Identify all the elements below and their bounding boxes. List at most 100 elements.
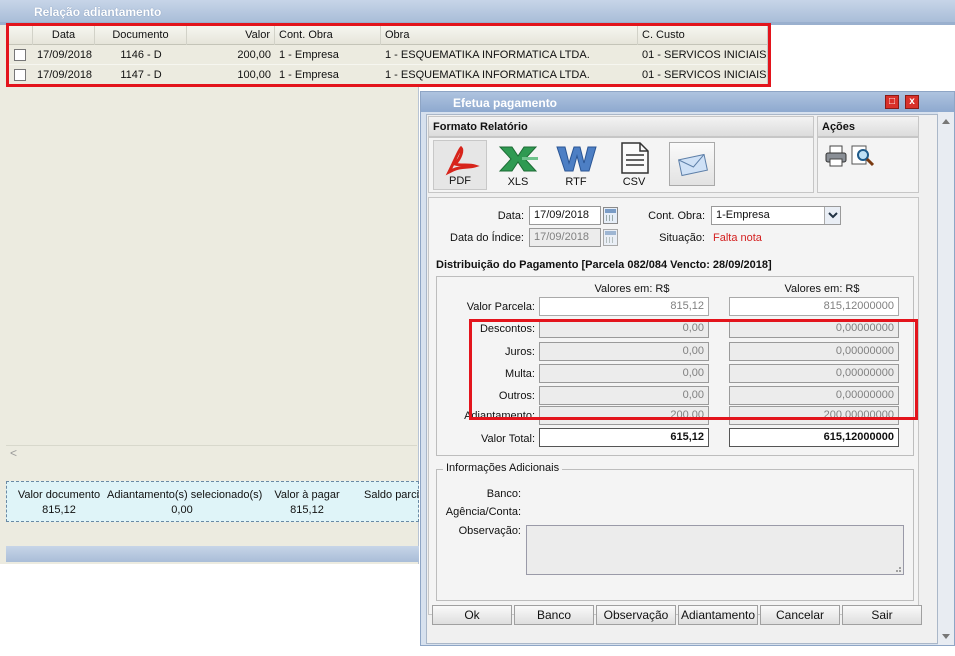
adiantamento-field-precise: 200,00000000 <box>729 406 899 425</box>
values-header-2: Valores em: R$ <box>784 283 860 295</box>
info-frame: Informações Adicionais Banco: Agência/Co… <box>436 462 914 601</box>
cancelar-button[interactable]: Cancelar <box>760 605 840 625</box>
cell-documento: 1146 - D <box>120 49 162 61</box>
email-button[interactable] <box>669 142 715 186</box>
data-indice-label: Data do Índice: <box>450 232 524 244</box>
situacao-value: Falta nota <box>713 232 762 244</box>
header-valor[interactable]: Valor <box>187 26 275 45</box>
cont-obra-label: Cont. Obra: <box>648 210 705 222</box>
table-row[interactable]: 17/09/2018 1146 - D 200,00 1 - Empresa 1… <box>9 45 767 65</box>
chevron-down-icon[interactable] <box>824 207 840 224</box>
values-header-1: Valores em: R$ <box>594 283 670 295</box>
xls-button[interactable]: XLS <box>491 140 545 190</box>
summary-adiantamentos: Adiantamento(s) selecionado(s) 0,00 <box>107 488 262 518</box>
csv-button[interactable]: CSV <box>607 140 661 190</box>
outros-field-precise[interactable]: 0,00000000 <box>729 386 899 405</box>
cell-obra: 1 - ESQUEMATIKA INFORMATICA LTDA. <box>385 49 590 61</box>
cont-obra-select[interactable]: 1-Empresa <box>711 206 841 225</box>
situacao-label: Situação: <box>659 232 705 244</box>
resize-grip-icon[interactable] <box>892 563 902 573</box>
values-frame: Valores em: R$ Valores em: R$ Valor Parc… <box>436 276 914 456</box>
juros-field-precise[interactable]: 0,00000000 <box>729 342 899 361</box>
ok-button[interactable]: Ok <box>432 605 512 625</box>
cell-cont-obra: 1 - Empresa <box>279 69 339 81</box>
table-row[interactable]: 17/09/2018 1147 - D 100,00 1 - Empresa 1… <box>9 65 767 85</box>
valor-total-field: 615,12 <box>539 428 709 447</box>
dialog-content: Formato Relatório PDF XLS RTF CSV Ações … <box>426 114 938 644</box>
data-field[interactable]: 17/09/2018 <box>529 206 601 225</box>
dialog-vertical-scrollbar[interactable] <box>938 112 954 645</box>
close-icon[interactable]: x <box>905 95 919 109</box>
dialog-title: Efetua pagamento <box>453 96 558 110</box>
observacao-button[interactable]: Observação <box>596 605 676 625</box>
cont-obra-value: 1-Empresa <box>716 209 770 221</box>
cell-c-custo: 01 - SERVICOS INICIAIS <box>642 49 767 61</box>
csv-label: CSV <box>622 176 646 188</box>
format-section-header: Formato Relatório <box>428 116 814 137</box>
row-checkbox[interactable] <box>14 49 26 61</box>
dialog-titlebar[interactable]: Efetua pagamento □ x <box>421 92 954 112</box>
summary-valor-pagar: Valor à pagar 815,12 <box>262 488 352 518</box>
advances-grid: Data Documento Valor Cont. Obra Obra C. … <box>8 25 768 85</box>
actions-section-header: Ações <box>817 116 919 137</box>
header-documento[interactable]: Documento <box>95 26 187 45</box>
row-checkbox[interactable] <box>14 69 26 81</box>
actions-section <box>817 137 919 193</box>
data-indice-field: 17/09/2018 <box>529 228 601 247</box>
pdf-button[interactable]: PDF <box>433 140 487 190</box>
multa-field[interactable]: 0,00 <box>539 364 709 383</box>
header-checkbox-col <box>9 26 33 45</box>
outros-label: Outros: <box>498 390 535 402</box>
observacao-label: Observação: <box>458 525 521 537</box>
valor-parcela-field-precise: 815,12000000 <box>729 297 899 316</box>
info-frame-title: Informações Adicionais <box>443 462 563 474</box>
maximize-icon[interactable]: □ <box>885 95 899 109</box>
descontos-label: Descontos: <box>479 323 535 335</box>
agencia-label: Agência/Conta: <box>445 506 521 518</box>
cell-c-custo: 01 - SERVICOS INICIAIS <box>642 69 767 81</box>
header-data[interactable]: Data <box>33 26 95 45</box>
rtf-icon <box>556 146 597 172</box>
multa-field-precise[interactable]: 0,00000000 <box>729 364 899 383</box>
scroll-arrows-icon[interactable] <box>938 112 954 645</box>
csv-icon <box>621 142 649 174</box>
header-cont-obra[interactable]: Cont. Obra <box>275 26 381 45</box>
valor-parcela-field: 815,12 <box>539 297 709 316</box>
pdf-label: PDF <box>449 175 471 187</box>
outros-field[interactable]: 0,00 <box>539 386 709 405</box>
observacao-textarea[interactable] <box>526 525 904 575</box>
distribution-title: Distribuição do Pagamento [Parcela 082/0… <box>436 259 772 271</box>
background-window-title: Relação adiantamento <box>34 5 162 19</box>
format-section: PDF XLS RTF CSV <box>428 137 814 193</box>
header-obra[interactable]: Obra <box>381 26 638 45</box>
scroll-left-arrow-icon[interactable]: < <box>10 446 17 460</box>
valor-total-field-precise: 615,12000000 <box>729 428 899 447</box>
cell-obra: 1 - ESQUEMATIKA INFORMATICA LTDA. <box>385 69 590 81</box>
summary-label: Saldo parci <box>364 489 420 501</box>
horizontal-scrollbar[interactable]: < <box>6 445 417 461</box>
printer-icon[interactable] <box>824 144 848 168</box>
summary-panel: Valor documento 815,12 Adiantamento(s) s… <box>6 481 419 522</box>
background-bottom-bar <box>6 546 419 562</box>
rtf-label: RTF <box>565 176 587 188</box>
xls-label: XLS <box>507 176 529 188</box>
descontos-field-precise[interactable]: 0,00000000 <box>729 319 899 338</box>
banco-button[interactable]: Banco <box>514 605 594 625</box>
summary-value: 815,12 <box>290 504 324 516</box>
data-label: Data: <box>497 210 524 222</box>
sair-button[interactable]: Sair <box>842 605 922 625</box>
descontos-field[interactable]: 0,00 <box>539 319 709 338</box>
cell-data: 17/09/2018 <box>37 69 93 81</box>
grid-header: Data Documento Valor Cont. Obra Obra C. … <box>9 26 767 45</box>
multa-label: Multa: <box>505 368 535 380</box>
rtf-button[interactable]: RTF <box>549 140 603 190</box>
summary-label: Valor documento <box>17 489 101 501</box>
cell-valor: 100,00 <box>237 69 271 81</box>
adiantamento-label: Adiantamento: <box>464 410 535 422</box>
juros-field[interactable]: 0,00 <box>539 342 709 361</box>
print-preview-icon[interactable] <box>850 144 876 168</box>
adiantamento-button[interactable]: Adiantamento <box>678 605 758 625</box>
payment-dialog: Efetua pagamento □ x Formato Relatório P… <box>420 91 955 646</box>
summary-value: 815,12 <box>42 504 76 516</box>
header-c-custo[interactable]: C. Custo <box>638 26 769 45</box>
